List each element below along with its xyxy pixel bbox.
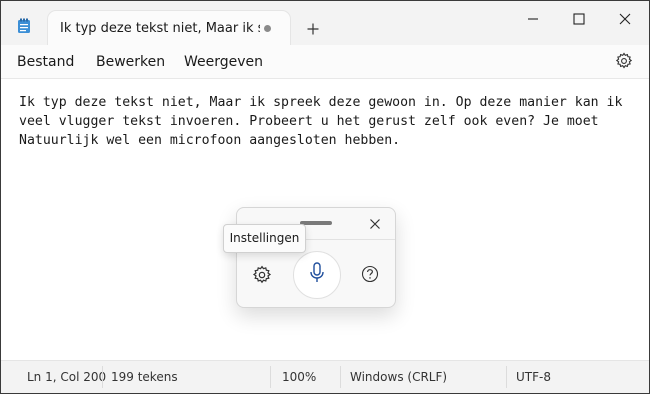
plus-icon[interactable] [307, 21, 319, 39]
encoding[interactable]: UTF-8 [516, 370, 551, 384]
maximize-icon[interactable] [556, 9, 602, 29]
editor-content[interactable]: Ik typ deze tekst niet, Maar ik spreek d… [19, 93, 643, 150]
unsaved-indicator-icon[interactable] [264, 25, 271, 32]
gear-icon[interactable] [615, 52, 633, 74]
notepad-icon [17, 18, 31, 38]
question-mark-icon[interactable] [361, 265, 379, 287]
minimize-icon[interactable] [510, 9, 556, 29]
cursor-position: Ln 1, Col 200 [27, 370, 107, 384]
status-bar: Ln 1, Col 200 199 tekens 100% Windows (C… [1, 360, 649, 393]
status-divider [270, 366, 271, 388]
title-bar[interactable]: Ik typ deze tekst niet, Maar ik spr [1, 1, 649, 46]
notepad-window: Ik typ deze tekst niet, Maar ik spr Best… [0, 0, 650, 394]
status-divider [102, 366, 103, 388]
close-icon[interactable] [602, 9, 648, 29]
document-tab[interactable]: Ik typ deze tekst niet, Maar ik spr [48, 11, 290, 46]
settings-tooltip: Instellingen [223, 224, 306, 253]
zoom-level[interactable]: 100% [282, 370, 316, 384]
close-icon[interactable] [368, 216, 382, 235]
status-divider [506, 366, 507, 388]
character-count: 199 tekens [111, 370, 178, 384]
menu-bar: Bestand Bewerken Weergeven [1, 45, 649, 79]
line-ending[interactable]: Windows (CRLF) [350, 370, 447, 384]
microphone-button[interactable] [293, 251, 341, 299]
gear-icon[interactable] [252, 265, 272, 289]
menu-view[interactable]: Weergeven [184, 54, 263, 70]
menu-edit[interactable]: Bewerken [96, 54, 165, 70]
tab-title: Ik typ deze tekst niet, Maar ik spr [60, 21, 260, 36]
voice-typing-panel [236, 207, 396, 308]
microphone-icon [309, 262, 325, 288]
menu-file[interactable]: Bestand [17, 54, 74, 70]
status-divider [340, 366, 341, 388]
